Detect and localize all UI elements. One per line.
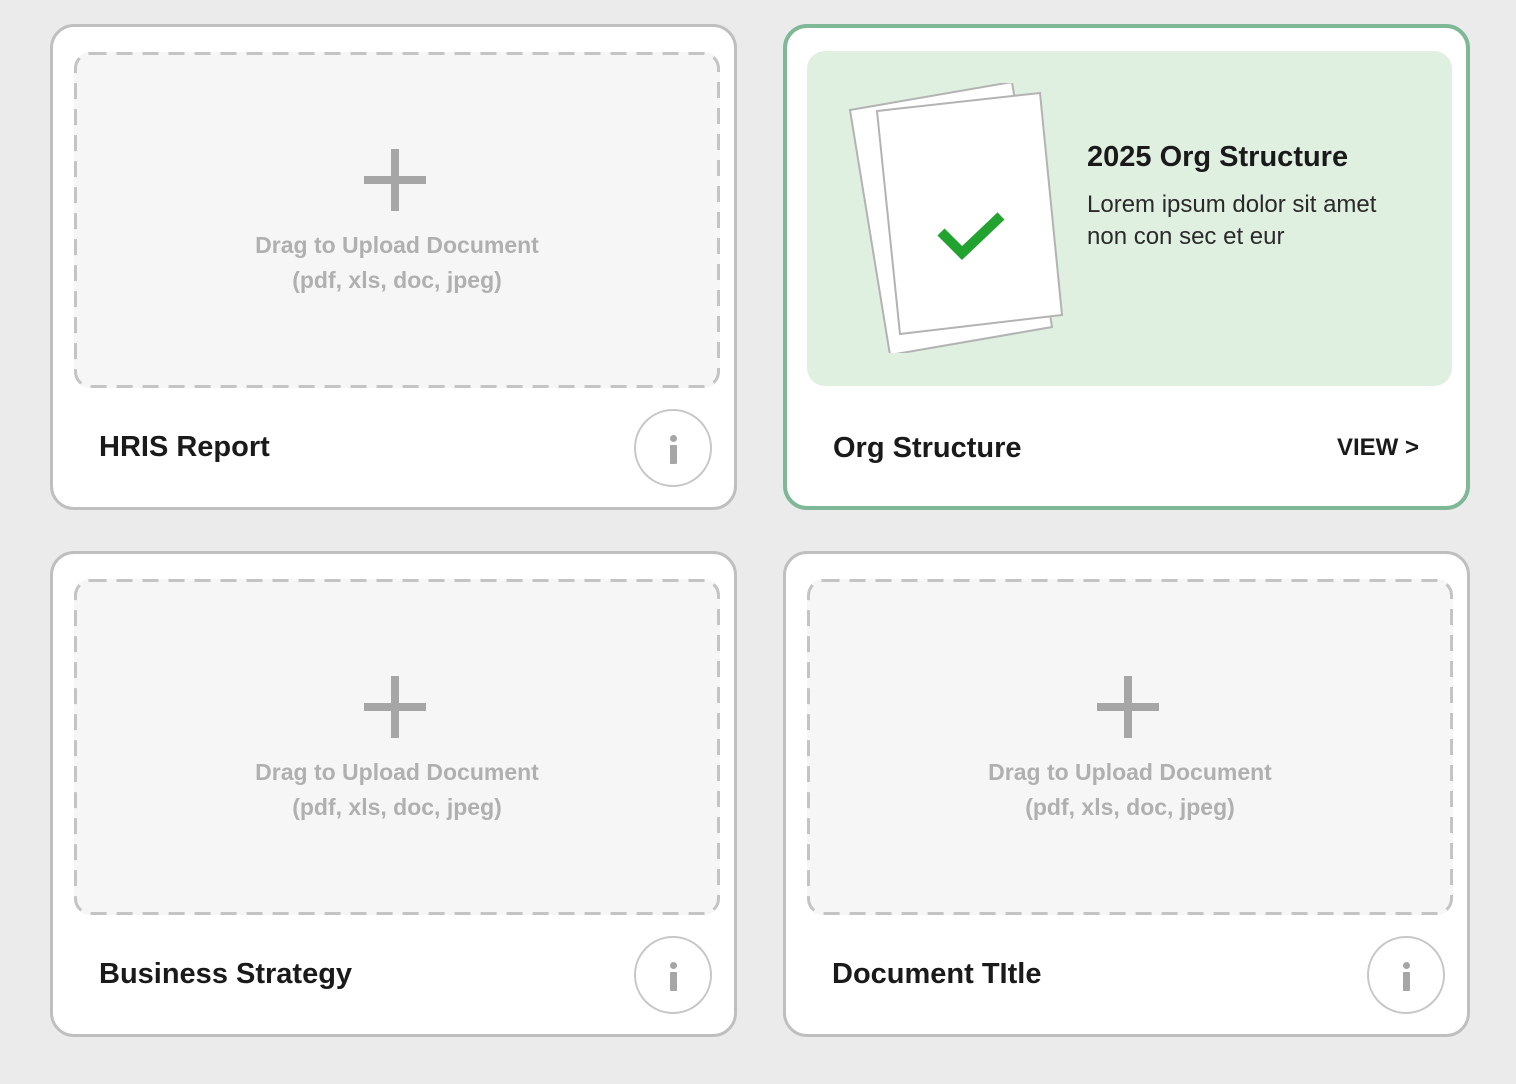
upload-file-types: (pdf, xls, doc, jpeg) [292, 794, 502, 820]
info-icon [670, 435, 677, 442]
info-button[interactable] [634, 409, 712, 487]
upload-instructions: Drag to Upload Document [255, 759, 539, 785]
info-icon [1403, 962, 1410, 969]
upload-file-types: (pdf, xls, doc, jpeg) [292, 267, 502, 293]
document-stack-icon [848, 83, 1064, 353]
dropzone-dashed-border [807, 579, 1453, 915]
info-icon [670, 962, 677, 969]
upload-dropzone[interactable]: Drag to Upload Document (pdf, xls, doc, … [74, 52, 720, 388]
card-title: Business Strategy [99, 958, 353, 990]
upload-dropzone[interactable]: Drag to Upload Document (pdf, xls, doc, … [74, 579, 720, 915]
upload-instructions: Drag to Upload Document [255, 232, 539, 258]
document-card-document-title: Drag to Upload Document (pdf, xls, doc, … [783, 551, 1470, 1037]
plus-icon [364, 149, 426, 211]
document-card-business-strategy: Drag to Upload Document (pdf, xls, doc, … [50, 551, 737, 1037]
plus-icon [1097, 676, 1159, 738]
card-title: Org Structure [833, 432, 1022, 464]
card-title: HRIS Report [99, 431, 270, 463]
document-card-org-structure: 2025 Org Structure Lorem ipsum dolor sit… [783, 24, 1470, 510]
upload-file-types: (pdf, xls, doc, jpeg) [1025, 794, 1235, 820]
document-card-hris-report: Drag to Upload Document (pdf, xls, doc, … [50, 24, 737, 510]
upload-instructions: Drag to Upload Document [988, 759, 1272, 785]
uploaded-document-preview[interactable]: 2025 Org Structure Lorem ipsum dolor sit… [807, 51, 1452, 386]
view-link[interactable]: VIEW > [1337, 434, 1419, 462]
document-description: Lorem ipsum dolor sit amet non con sec e… [1087, 191, 1377, 250]
info-button[interactable] [1367, 936, 1445, 1014]
info-button[interactable] [634, 936, 712, 1014]
document-title: 2025 Org Structure [1087, 141, 1349, 173]
card-title: Document TItle [832, 958, 1042, 990]
upload-dropzone[interactable]: Drag to Upload Document (pdf, xls, doc, … [807, 579, 1453, 915]
dropzone-dashed-border [74, 579, 720, 915]
dropzone-dashed-border [74, 52, 720, 388]
plus-icon [364, 676, 426, 738]
